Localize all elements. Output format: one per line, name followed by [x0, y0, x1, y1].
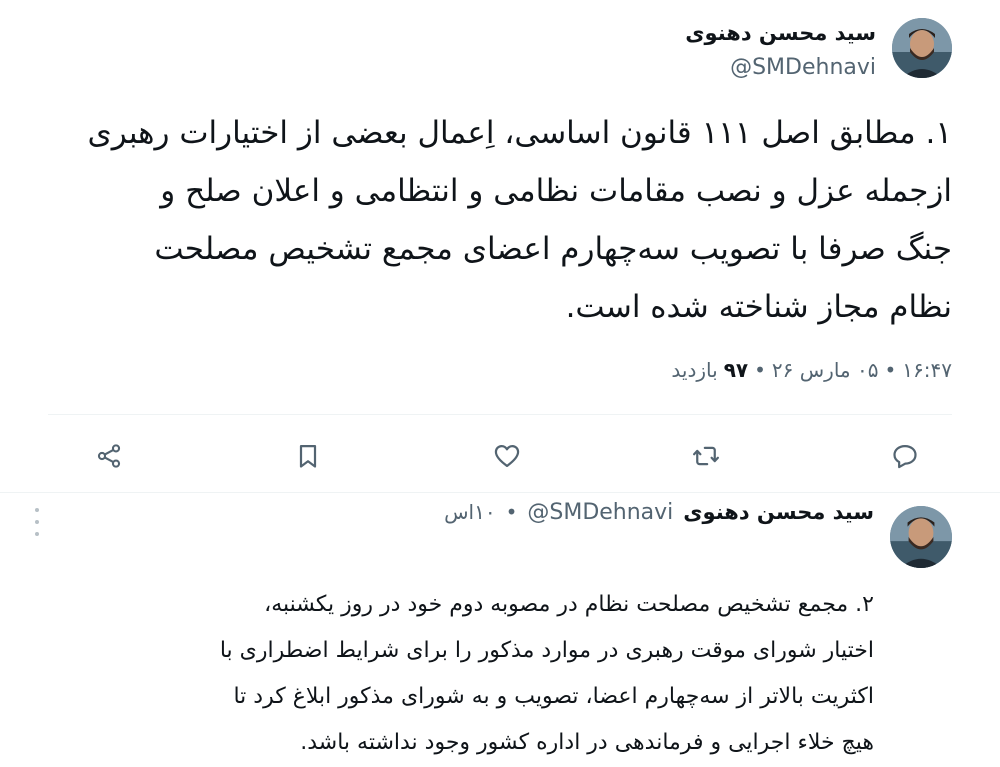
more-options-icon[interactable] [32, 508, 42, 536]
tweet-meta: ۱۶:۴۷ • ۰۵ مارس ۲۶ • ۹۷ بازدید [671, 358, 952, 382]
meta-separator: • [754, 358, 766, 382]
meta-separator: • [505, 500, 518, 524]
author-name[interactable]: سید محسن دهنوی [683, 500, 874, 524]
views-label: بازدید [671, 358, 718, 382]
avatar-image [892, 18, 952, 78]
bookmark-icon [299, 444, 317, 468]
author-handle[interactable]: @SMDehnavi [527, 500, 673, 525]
avatar[interactable] [892, 18, 952, 78]
share-icon [97, 444, 121, 468]
thread-divider [0, 492, 1000, 493]
views-count: ۹۷ [723, 358, 749, 382]
tweet-date[interactable]: ۰۵ مارس ۲۶ [772, 358, 879, 382]
tweet-text: ۱. مطابق اصل ۱۱۱ قانون اساسی، اِعمال بعض… [87, 115, 952, 325]
tweet-text: ۲. مجمع تشخیص مصلحت نظام در مصوبه دوم خو… [219, 592, 874, 755]
tweet-header: سید محسن دهنوی @SMDehnavi [685, 18, 952, 86]
meta-separator: • [884, 358, 897, 382]
divider [48, 414, 952, 415]
tweet-header: سید محسن دهنوی @SMDehnavi • ۱۰اس [444, 500, 874, 525]
reply-button[interactable] [888, 439, 922, 473]
author-name[interactable]: سید محسن دهنوی [685, 18, 876, 48]
avatar[interactable] [890, 506, 952, 568]
like-icon [494, 444, 520, 468]
tweet-time[interactable]: ۱۰اس [444, 500, 495, 524]
like-button[interactable] [490, 439, 524, 473]
author-handle[interactable]: @SMDehnavi [685, 50, 876, 86]
avatar-image [890, 506, 952, 568]
retweet-button[interactable] [689, 439, 723, 473]
retweet-icon [692, 446, 720, 466]
tweet-time[interactable]: ۱۶:۴۷ [902, 358, 952, 382]
action-bar [92, 428, 922, 484]
bookmark-button[interactable] [291, 439, 325, 473]
share-button[interactable] [92, 439, 126, 473]
reply-icon [893, 444, 917, 469]
